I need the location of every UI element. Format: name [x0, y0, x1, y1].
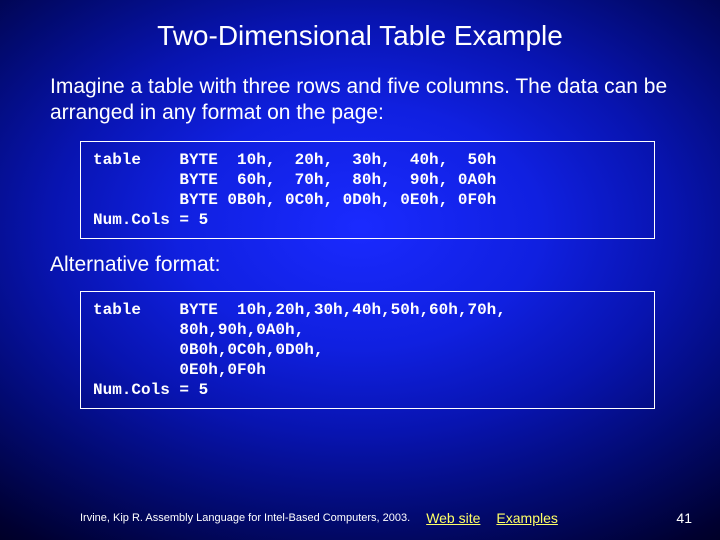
alt-format-label: Alternative format: — [50, 253, 670, 277]
examples-link[interactable]: Examples — [496, 510, 557, 526]
intro-text: Imagine a table with three rows and five… — [50, 74, 670, 127]
slide-title: Two-Dimensional Table Example — [0, 0, 720, 52]
page-number: 41 — [676, 510, 692, 526]
slide: Two-Dimensional Table Example Imagine a … — [0, 0, 720, 540]
footer: Irvine, Kip R. Assembly Language for Int… — [0, 510, 720, 526]
footer-credit: Irvine, Kip R. Assembly Language for Int… — [80, 512, 410, 524]
web-site-link[interactable]: Web site — [426, 510, 480, 526]
code-block-2: table BYTE 10h,20h,30h,40h,50h,60h,70h, … — [80, 291, 655, 409]
code-block-1: table BYTE 10h, 20h, 30h, 40h, 50h BYTE … — [80, 141, 655, 239]
